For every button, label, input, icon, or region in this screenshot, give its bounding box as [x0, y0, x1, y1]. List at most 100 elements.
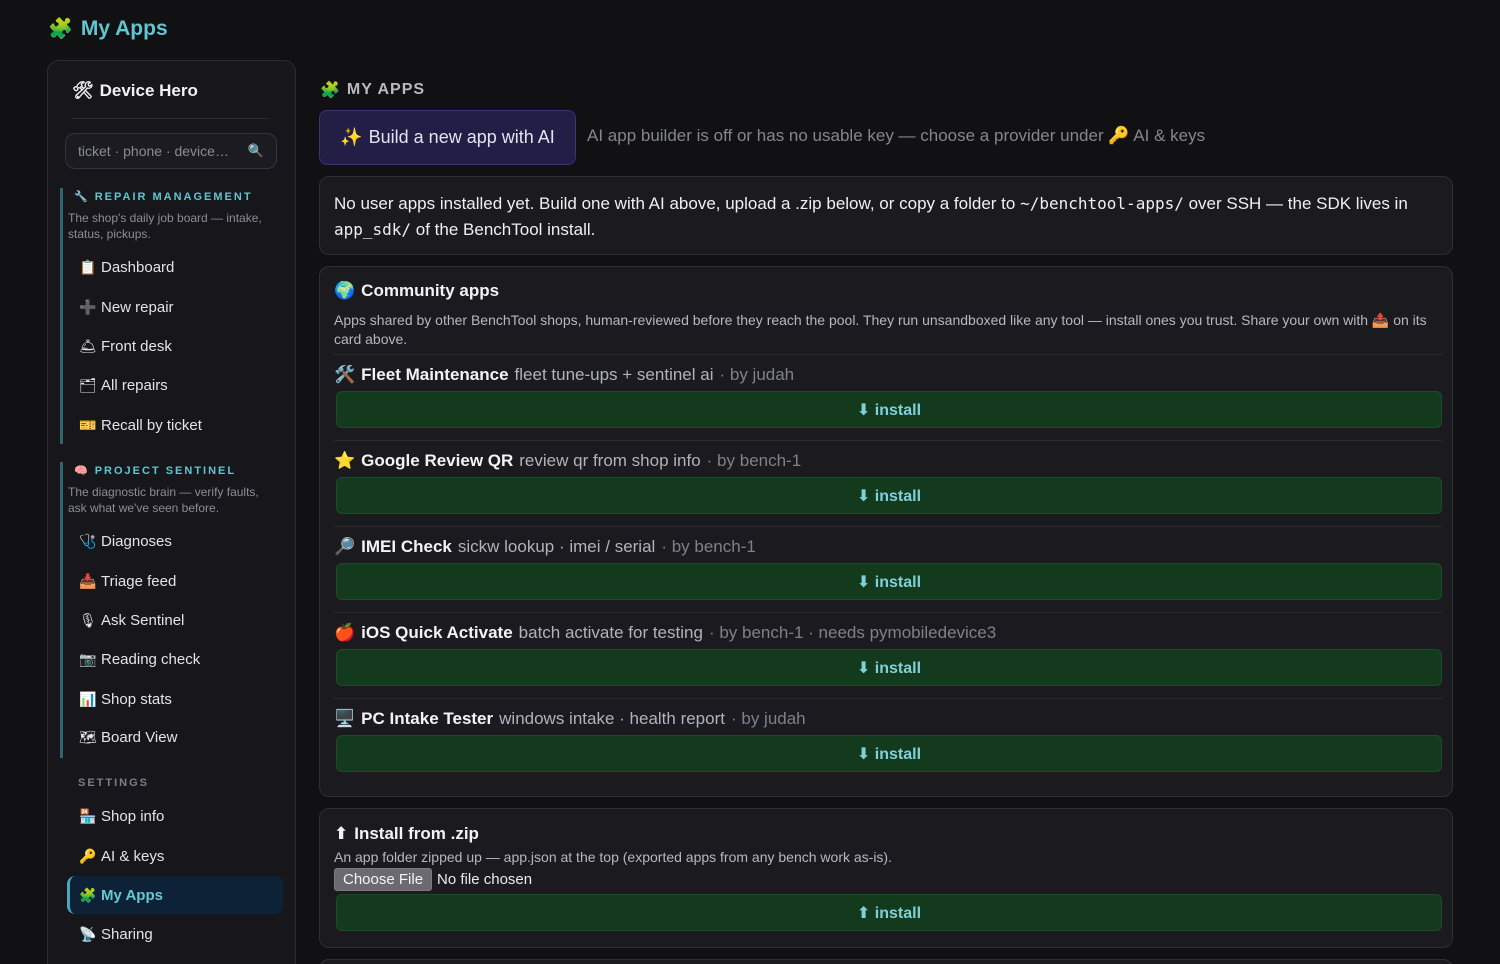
apps-folder-path: ~/benchtool-apps/: [1020, 194, 1184, 213]
sidebar-item-diagnoses[interactable]: 🩺 Diagnoses: [67, 522, 283, 560]
globe-icon: 🌍: [334, 281, 356, 300]
install-button[interactable]: ⬇ install: [336, 563, 1442, 600]
nav-group-title: 🧠 PROJECT SENTINEL: [74, 464, 284, 478]
section-title: 🧩 MY APPS: [320, 80, 425, 100]
sparkles-icon: ✨: [340, 127, 363, 147]
sidebar-item-board-view[interactable]: 🗺 Board View: [67, 718, 283, 756]
app-name: Google Review QR: [361, 451, 514, 470]
community-app-item: ⭐ Google Review QR review qr from shop i…: [334, 440, 1442, 526]
sidebar-brand: 🛠 Device Hero: [72, 81, 268, 119]
sidebar: 🛠 Device Hero ticket · phone · device… 🔍…: [47, 60, 296, 964]
card-description: An app folder zipped up — app.json at th…: [334, 849, 892, 865]
sidebar-item-label: Board View: [101, 728, 178, 746]
bell-icon: 🛎: [79, 337, 97, 354]
group-title-text: PROJECT SENTINEL: [94, 464, 237, 477]
sidebar-item-new-repair[interactable]: ➕ New repair: [67, 288, 283, 326]
sidebar-item-label: Front desk: [101, 337, 172, 355]
page-title-text: My Apps: [80, 16, 168, 40]
community-app-item: 🍎 iOS Quick Activate batch activate for …: [334, 612, 1442, 698]
camera-icon: 📷: [79, 650, 97, 667]
nav-group-desc: The diagnostic brain — verify faults, as…: [68, 485, 259, 515]
inbox-icon: 📥: [79, 572, 97, 589]
file-status: No file chosen: [437, 871, 533, 888]
app-meta: · by bench-1: [706, 451, 802, 470]
sidebar-item-triage-feed[interactable]: 📥 Triage feed: [67, 562, 283, 600]
card-title-text: Community apps: [361, 281, 500, 300]
app-tagline: sickw lookup · imei / serial: [457, 537, 656, 556]
puzzle-icon: 🧩: [320, 82, 341, 99]
folder-icon: 🗂: [79, 376, 97, 393]
search-input[interactable]: ticket · phone · device…: [78, 143, 229, 159]
sdk-folder-path: app_sdk/: [334, 220, 412, 239]
sidebar-item-label: Reading check: [101, 650, 201, 668]
app-header: 🔎 IMEI Check sickw lookup · imei / seria…: [334, 537, 756, 557]
app-tagline: windows intake · health report: [499, 709, 725, 728]
ai-builder-status: AI app builder is off or has no usable k…: [587, 126, 1206, 145]
app-name: iOS Quick Activate: [361, 623, 513, 642]
sidebar-item-ask-sentinel[interactable]: 🎙 Ask Sentinel: [67, 601, 283, 639]
sidebar-item-label: New repair: [101, 298, 174, 316]
puzzle-icon: 🧩: [79, 886, 97, 903]
section-title-text: MY APPS: [346, 81, 426, 98]
magnifier-icon: 🔎: [334, 537, 356, 556]
app-tagline: fleet tune-ups + sentinel ai: [514, 365, 714, 384]
sidebar-item-label: Dashboard: [101, 258, 175, 276]
nav-group-desc: The shop's daily job board — intake, sta…: [68, 211, 262, 241]
empty-text-3: of the BenchTool install.: [411, 220, 596, 239]
app-header: 🛠️ Fleet Maintenance fleet tune-ups + se…: [334, 365, 794, 385]
sidebar-item-all-repairs[interactable]: 🗂 All repairs: [67, 366, 283, 404]
sidebar-item-sharing[interactable]: 📡 Sharing: [67, 915, 283, 953]
satellite-icon: 📡: [79, 925, 97, 942]
community-app-item: 🛠️ Fleet Maintenance fleet tune-ups + se…: [334, 354, 1442, 440]
card-title-text: Install from .zip: [354, 824, 479, 843]
sidebar-item-label: Shop stats: [101, 690, 172, 708]
sidebar-item-shop-info[interactable]: 🏪 Shop info: [67, 797, 283, 835]
app-name: Fleet Maintenance: [361, 365, 509, 384]
store-icon: 🏪: [79, 807, 97, 824]
sidebar-item-reading-check[interactable]: 📷 Reading check: [67, 640, 283, 678]
sidebar-item-label: Diagnoses: [101, 532, 172, 550]
sidebar-item-front-desk[interactable]: 🛎 Front desk: [67, 327, 283, 365]
bar-chart-icon: 📊: [79, 690, 97, 707]
install-button[interactable]: ⬇ install: [336, 391, 1442, 428]
install-button[interactable]: ⬇ install: [336, 735, 1442, 772]
app-tagline: batch activate for testing: [518, 623, 703, 642]
install-button[interactable]: ⬇ install: [336, 477, 1442, 514]
sidebar-item-ai-keys[interactable]: 🔑 AI & keys: [67, 837, 283, 875]
stethoscope-icon: 🩺: [79, 532, 97, 549]
app-meta: · by judah: [719, 365, 795, 384]
ticket-icon: 🎫: [79, 416, 97, 433]
install-zip-button[interactable]: ⬆ install: [336, 894, 1442, 931]
nav-group-title: 🔧 REPAIR MANAGEMENT: [74, 190, 284, 204]
empty-text-1: No user apps installed yet. Build one wi…: [334, 194, 1021, 213]
install-from-zip-card: ⬆ Install from .zip An app folder zipped…: [319, 808, 1453, 948]
brand-title: Device Hero: [99, 81, 198, 100]
build-app-with-ai-button[interactable]: ✨ Build a new app with AI: [319, 110, 576, 165]
microphone-icon: 🎙: [79, 611, 97, 628]
app-header: ⭐ Google Review QR review qr from shop i…: [334, 451, 801, 471]
sidebar-search[interactable]: ticket · phone · device… 🔍: [65, 133, 277, 169]
choose-file-button[interactable]: Choose File: [334, 868, 433, 891]
brain-icon: 🧠: [74, 465, 90, 477]
app-meta: · by bench-1: [661, 537, 756, 556]
card-title: 🌍 Community apps: [334, 281, 499, 301]
app-tagline: review qr from shop info: [519, 451, 701, 470]
sidebar-item-label: Triage feed: [101, 572, 177, 590]
install-button[interactable]: ⬇ install: [336, 649, 1442, 686]
app-meta: · by bench-1 · needs pymobiledevice3: [708, 623, 997, 642]
sidebar-item-dashboard[interactable]: 📋 Dashboard: [67, 248, 283, 286]
sidebar-item-shop-stats[interactable]: 📊 Shop stats: [67, 680, 283, 718]
settings-section-title: SETTINGS: [78, 777, 150, 789]
search-icon[interactable]: 🔍: [248, 143, 264, 159]
plus-icon: ➕: [79, 298, 97, 315]
community-app-item: 🔎 IMEI Check sickw lookup · imei / seria…: [334, 526, 1442, 612]
file-picker: Choose File No file chosen: [334, 868, 532, 891]
card-description: Apps shared by other BenchTool shops, hu…: [334, 312, 1427, 347]
map-icon: 🗺: [79, 728, 97, 745]
sidebar-item-my-apps[interactable]: 🧩 My Apps: [67, 876, 283, 914]
clipboard-icon: 📋: [79, 258, 97, 275]
card-title: ⬆ Install from .zip: [334, 824, 479, 844]
group-title-text: REPAIR MANAGEMENT: [94, 190, 253, 203]
app-name: IMEI Check: [361, 537, 452, 556]
sidebar-item-recall-by-ticket[interactable]: 🎫 Recall by ticket: [67, 406, 283, 444]
